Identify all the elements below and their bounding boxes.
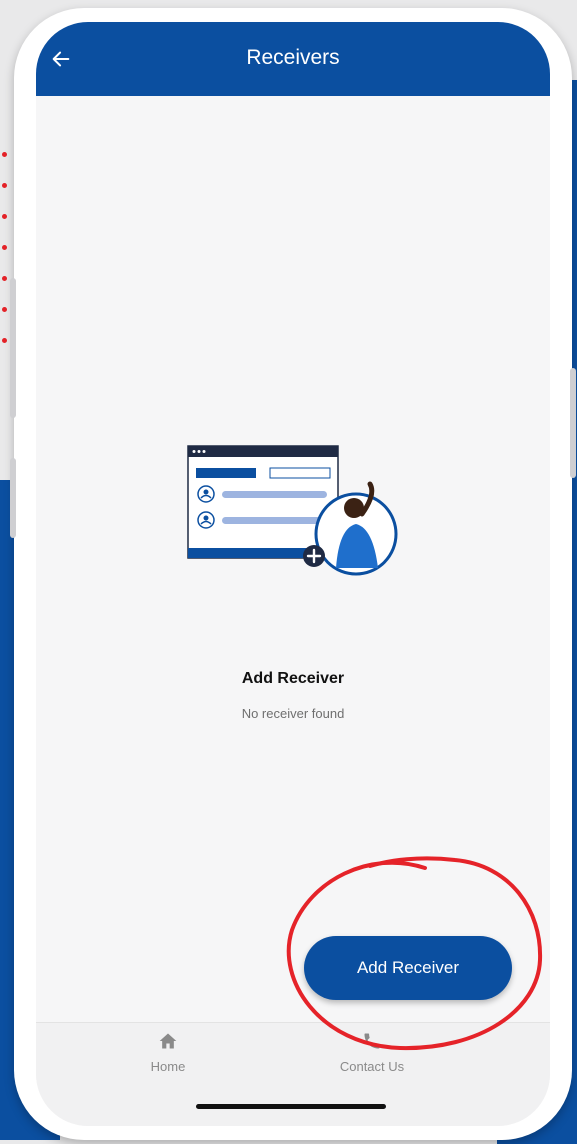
- app-screen: Receivers Add Receiver No receiver found…: [36, 22, 550, 1126]
- add-receiver-button-label: Add Receiver: [356, 958, 460, 977]
- home-indicator: [196, 1104, 386, 1109]
- empty-state-title: Add Receiver: [241, 670, 345, 687]
- page-title: Receivers: [246, 46, 340, 69]
- bottom-navigation: Home Contact Us: [36, 1022, 550, 1126]
- add-receiver-illustration: [187, 445, 398, 576]
- volume-button: [10, 458, 16, 538]
- nav-item-label: Home: [150, 1059, 186, 1074]
- nav-item-label: Contact Us: [339, 1059, 405, 1074]
- app-bar: Receivers: [36, 22, 550, 96]
- home-icon: [159, 1033, 177, 1049]
- volume-button: [10, 278, 16, 418]
- phone-icon: [364, 1033, 380, 1049]
- empty-state-subtitle: No receiver found: [241, 706, 345, 721]
- add-receiver-button[interactable]: Add Receiver: [304, 936, 512, 1000]
- nav-item-home[interactable]: Home: [88, 1031, 248, 1074]
- nav-item-contact-us[interactable]: Contact Us: [292, 1031, 452, 1074]
- power-button: [570, 368, 576, 478]
